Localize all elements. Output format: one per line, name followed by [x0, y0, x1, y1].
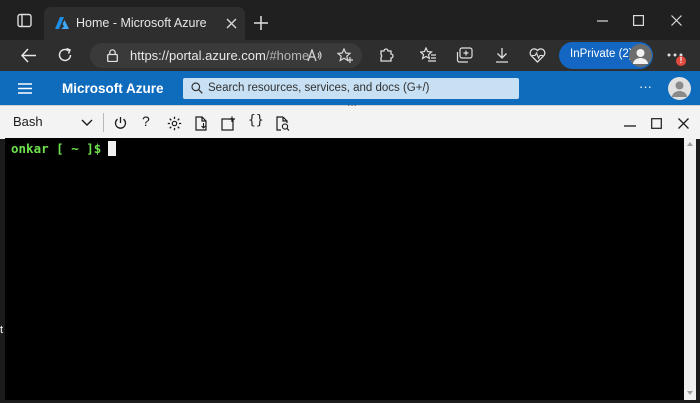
upload-download-icon[interactable]: [194, 116, 208, 131]
cloudshell-toolbar: ··· Bash ? {}: [0, 100, 700, 139]
new-tab-icon[interactable]: [254, 16, 268, 30]
terminal-cursor: [108, 141, 116, 156]
portal-more-menu[interactable]: ···: [639, 79, 652, 94]
gear-icon[interactable]: [167, 116, 182, 131]
extensions-icon[interactable]: [378, 47, 394, 63]
close-shell-icon[interactable]: [678, 118, 689, 129]
inprivate-button[interactable]: InPrivate (2): [559, 42, 653, 69]
portal-brand[interactable]: Microsoft Azure: [62, 81, 164, 96]
notification-badge: !: [676, 56, 686, 66]
downloads-icon[interactable]: [495, 47, 509, 63]
toolbar-divider: [103, 113, 104, 132]
scroll-down-icon[interactable]: [687, 391, 693, 395]
collections-icon[interactable]: [456, 47, 473, 63]
portal-menu-icon[interactable]: [18, 83, 32, 94]
search-placeholder: Search resources, services, and docs (G+…: [208, 82, 430, 94]
browser-essentials-icon[interactable]: [529, 48, 546, 63]
terminal-scrollbar[interactable]: [684, 138, 696, 400]
shell-prompt: onkar [ ~ ]$: [11, 141, 102, 156]
minimize-shell-icon[interactable]: [624, 125, 636, 127]
url-text: https://portal.azure.com/#home: [130, 48, 310, 63]
shell-type-select[interactable]: Bash: [13, 114, 43, 129]
lock-icon[interactable]: [107, 49, 118, 62]
splitter-handle[interactable]: ···: [347, 100, 357, 111]
chevron-down-icon[interactable]: [81, 119, 93, 126]
maximize-window-icon[interactable]: [633, 15, 644, 26]
favorites-icon[interactable]: [420, 47, 437, 63]
add-favorite-icon[interactable]: [337, 48, 353, 63]
browser-toolbar: https://portal.azure.com/#home InPrivate…: [0, 40, 700, 71]
close-tab-icon[interactable]: [226, 18, 237, 29]
maximize-shell-icon[interactable]: [651, 118, 662, 129]
account-avatar[interactable]: [668, 77, 691, 100]
edge-text: t: [0, 324, 4, 336]
tab-actions-icon[interactable]: [17, 13, 32, 28]
help-icon[interactable]: ?: [142, 113, 150, 129]
back-icon[interactable]: [21, 48, 37, 63]
open-new-session-icon[interactable]: [221, 116, 236, 131]
close-window-icon[interactable]: [671, 15, 682, 26]
search-icon: [191, 82, 203, 94]
read-aloud-icon[interactable]: [307, 49, 322, 62]
portal-search-box[interactable]: Search resources, services, and docs (G+…: [183, 78, 519, 99]
web-preview-icon[interactable]: [275, 116, 290, 131]
tab-home-azure[interactable]: Home - Microsoft Azure: [44, 7, 245, 40]
terminal[interactable]: onkar [ ~ ]$: [5, 138, 684, 400]
editor-braces-icon[interactable]: {}: [248, 113, 264, 128]
minimize-window-icon[interactable]: [597, 20, 608, 22]
tab-title: Home - Microsoft Azure: [76, 16, 207, 30]
restart-power-icon[interactable]: [114, 116, 127, 130]
azure-logo-icon: [55, 16, 69, 30]
tab-strip: Home - Microsoft Azure: [0, 0, 700, 40]
address-bar[interactable]: https://portal.azure.com/#home: [90, 43, 362, 68]
inprivate-label: InPrivate (2): [570, 48, 633, 60]
scroll-up-icon[interactable]: [687, 142, 693, 146]
profile-avatar: [629, 44, 652, 67]
refresh-icon[interactable]: [57, 47, 73, 63]
